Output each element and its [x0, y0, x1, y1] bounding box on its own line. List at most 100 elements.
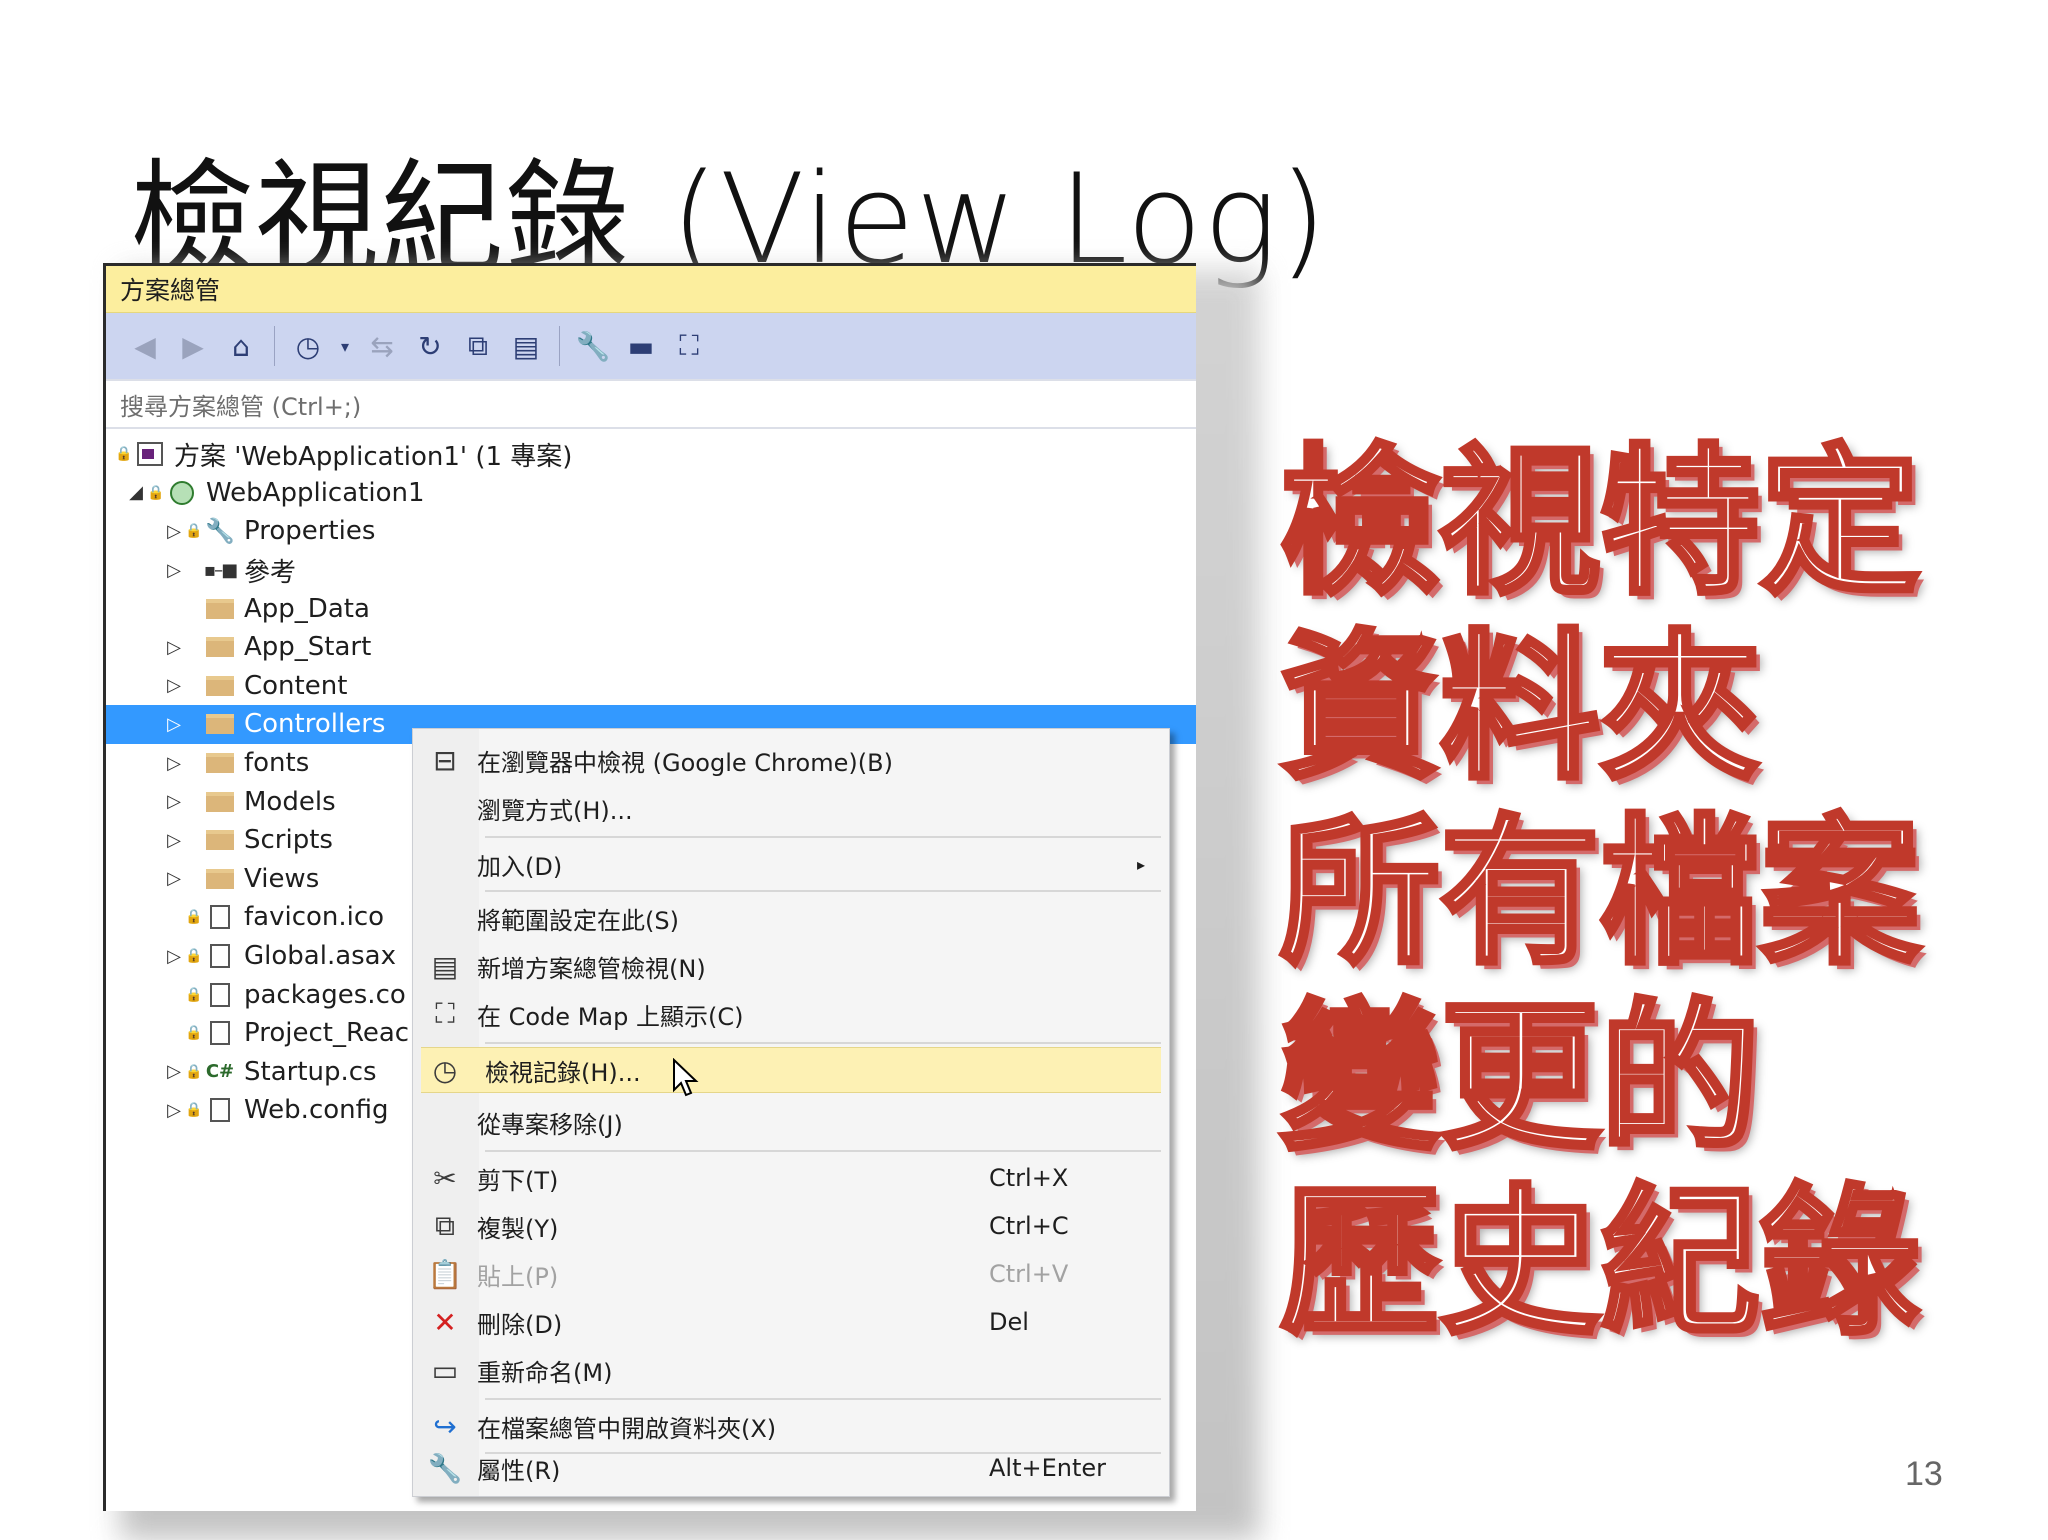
file-icon [202, 1098, 238, 1123]
tree-item-label: 參考 [244, 557, 297, 588]
menu-item-show-on-code-map[interactable]: ⛶ 在 Code Map 上顯示(C) [413, 991, 1169, 1037]
collapsed-arrow-icon[interactable]: ▷ [162, 714, 186, 735]
menu-item-rename[interactable]: ▭ 重新命名(M) [413, 1347, 1169, 1393]
tree-item-properties[interactable]: ▷ 🔒 🔧 Properties [106, 512, 1196, 551]
tree-item-app-data[interactable]: App_Data [106, 589, 1196, 628]
menu-item-copy[interactable]: ⧉ 複製(Y) Ctrl+C [413, 1203, 1169, 1249]
menu-item-scope-to-this[interactable]: 將範圍設定在此(S) [413, 895, 1169, 941]
menu-item-cut[interactable]: ✂ 剪下(T) Ctrl+X [413, 1155, 1169, 1201]
page-number: 13 [1905, 1455, 1943, 1493]
tree-item-label: fonts [244, 748, 310, 779]
menu-item-browse-with[interactable]: 瀏覽方式(H)... [413, 785, 1169, 831]
context-menu: ⊟ 在瀏覽器中檢視 (Google Chrome)(B) 瀏覽方式(H)... … [412, 728, 1170, 1497]
search-input[interactable]: 搜尋方案總管 (Ctrl+;) [106, 379, 1196, 429]
lock-icon: 🔒 [185, 986, 203, 1003]
side-annotation-line: 變更的 [1278, 983, 1763, 1173]
collapsed-arrow-icon[interactable]: ▷ [162, 637, 186, 658]
menu-item-delete[interactable]: ✕ 刪除(D) Del [413, 1299, 1169, 1345]
menu-item-paste[interactable]: 📋 貼上(P) Ctrl+V [413, 1251, 1169, 1297]
collapsed-arrow-icon[interactable]: ▷ [162, 791, 186, 812]
collapsed-arrow-icon[interactable]: ▷ [162, 946, 186, 967]
chevron-down-icon[interactable]: ▾ [335, 325, 355, 367]
tree-item-label: Web.config [244, 1095, 389, 1126]
tree-item-label: App_Start [244, 632, 372, 663]
copy-icon: ⧉ [435, 1209, 455, 1242]
tree-item-label: favicon.ico [244, 902, 385, 933]
side-annotation: 檢視特定 資料夾 所有檔案 變更的 歷史紀錄 [1278, 428, 2020, 1358]
delete-icon: ✕ [433, 1305, 457, 1339]
properties-icon: 🔧 [427, 1451, 463, 1485]
tree-item-label: WebApplication1 [206, 477, 425, 508]
tree-item-content[interactable]: ▷ Content [106, 667, 1196, 706]
solution-icon [132, 442, 168, 467]
menu-separator [485, 890, 1161, 892]
tree-item-app-start[interactable]: ▷ App_Start [106, 628, 1196, 667]
cut-icon: ✂ [433, 1161, 457, 1195]
tree-item-label: Scripts [244, 825, 333, 856]
sync-icon[interactable]: ⇆ [361, 325, 403, 367]
collapsed-arrow-icon[interactable]: ▷ [162, 1100, 186, 1121]
wrench-icon: 🔧 [205, 517, 235, 546]
folder-icon [202, 753, 238, 774]
references-icon: ▪–■ [203, 559, 238, 581]
tree-item-references[interactable]: ▷ ▪–■ 參考 [106, 551, 1196, 590]
collapsed-arrow-icon[interactable]: ▷ [162, 753, 186, 774]
expanded-arrow-icon[interactable]: ◢ [124, 482, 148, 503]
folder-icon [202, 868, 238, 889]
menu-item-new-explorer-view[interactable]: ▤ 新增方案總管檢視(N) [413, 943, 1169, 989]
tree-item-label: Views [244, 863, 320, 894]
folder-icon [202, 714, 238, 735]
show-all-files-icon[interactable]: ▤ [505, 325, 547, 367]
tree-item-project[interactable]: ◢ 🔒 WebApplication1 [106, 474, 1196, 513]
folder-icon [202, 830, 238, 851]
lock-icon: 🔒 [185, 523, 203, 540]
lock-icon: 🔒 [115, 446, 133, 463]
side-annotation-line: 所有檔案 [1278, 798, 1923, 988]
tree-item-label: App_Data [244, 593, 370, 624]
refresh-icon[interactable]: ↻ [409, 325, 451, 367]
tree-item-label: 方案 'WebApplication1' (1 專案) [174, 441, 573, 472]
properties-icon[interactable]: 🔧 [572, 325, 614, 367]
menu-item-exclude-from-project[interactable]: 從專案移除(J) [413, 1099, 1169, 1145]
menu-separator [485, 1042, 1161, 1044]
collapsed-arrow-icon[interactable]: ▷ [162, 1061, 186, 1082]
tree-item-label: Startup.cs [244, 1056, 377, 1087]
file-icon [202, 982, 238, 1007]
collapse-all-icon[interactable]: ⧉ [457, 325, 499, 367]
side-annotation-line: 檢視特定 [1278, 428, 1923, 618]
new-view-icon: ▤ [431, 949, 459, 983]
collapsed-arrow-icon[interactable]: ▷ [162, 560, 186, 581]
home-icon[interactable]: ⌂ [220, 325, 262, 367]
view-in-browser-icon: ⊟ [433, 743, 457, 777]
menu-item-properties[interactable]: 🔧 屬性(R) Alt+Enter [413, 1445, 1169, 1491]
file-icon [202, 905, 238, 930]
menu-item-open-folder-in-explorer[interactable]: ↪ 在檔案總管中開啟資料夾(X) [413, 1403, 1169, 1449]
menu-item-view-in-browser[interactable]: ⊟ 在瀏覽器中檢視 (Google Chrome)(B) [413, 737, 1169, 783]
collapsed-arrow-icon[interactable]: ▷ [162, 868, 186, 889]
collapsed-arrow-icon[interactable]: ▷ [162, 830, 186, 851]
solution-explorer-title: 方案總管 [120, 276, 221, 305]
folder-icon [202, 675, 238, 696]
lock-icon: 🔒 [147, 484, 165, 501]
collapsed-arrow-icon[interactable]: ▷ [162, 675, 186, 696]
folder-icon [202, 598, 238, 619]
lock-icon: 🔒 [185, 909, 203, 926]
pending-changes-icon[interactable]: ◷ [287, 325, 329, 367]
tree-item-label: Project_Reac [244, 1018, 410, 1049]
submenu-arrow-icon: ▸ [1136, 854, 1145, 874]
menu-item-add[interactable]: 加入(D) ▸ [413, 841, 1169, 887]
code-map-icon: ⛶ [435, 997, 455, 1030]
tree-item-solution[interactable]: 🔒 方案 'WebApplication1' (1 專案) [106, 435, 1196, 474]
tree-item-label: Global.asax [244, 941, 397, 972]
tree-item-label: Content [244, 670, 348, 701]
lock-icon: 🔒 [185, 948, 203, 965]
back-icon[interactable]: ◀ [124, 325, 166, 367]
file-icon [202, 1021, 238, 1046]
paste-icon: 📋 [427, 1257, 463, 1291]
solution-explorer-titlebar: 方案總管 [106, 266, 1196, 313]
code-map-icon[interactable]: ⛶ [668, 325, 710, 367]
collapsed-arrow-icon[interactable]: ▷ [162, 521, 186, 542]
preview-icon[interactable]: ▬ [620, 325, 662, 367]
forward-icon[interactable]: ▶ [172, 325, 214, 367]
menu-item-view-history[interactable]: ◷ 檢視記錄(H)... [421, 1047, 1161, 1093]
